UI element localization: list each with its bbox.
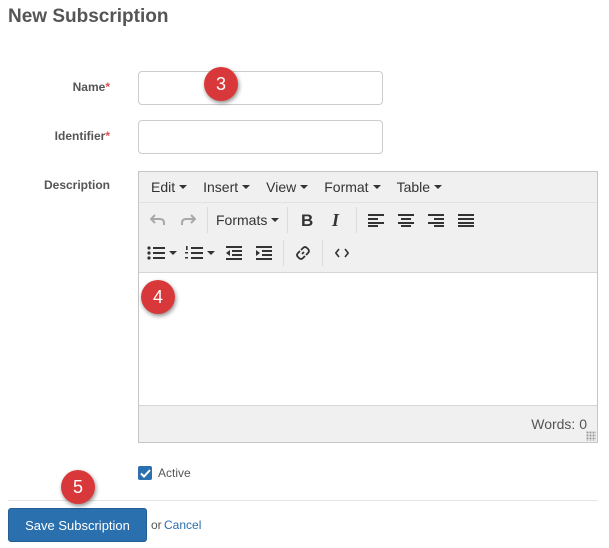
form-divider (8, 500, 598, 501)
menu-insert[interactable]: Insert (195, 179, 258, 195)
active-label: Active (158, 466, 191, 480)
toolbar-separator (287, 206, 289, 233)
align-right-button[interactable] (421, 207, 451, 233)
outdent-button[interactable] (219, 240, 249, 266)
caret-down-icon (300, 185, 309, 189)
rich-text-editor: Edit Insert View Format Table Formats B … (138, 171, 598, 443)
bullet-list-icon (147, 245, 165, 260)
align-center-button[interactable] (391, 207, 421, 233)
align-left-button[interactable] (361, 207, 391, 233)
formats-dropdown[interactable]: Formats (212, 207, 283, 233)
name-label-text: Name (72, 80, 106, 94)
redo-button[interactable] (173, 207, 203, 233)
outdent-icon (226, 245, 242, 260)
source-code-button[interactable] (327, 240, 357, 266)
menu-format-label: Format (324, 179, 369, 195)
active-checkbox[interactable] (138, 466, 152, 480)
description-label: Description (43, 178, 110, 192)
toolbar-separator (322, 239, 323, 266)
caret-down-icon (372, 185, 381, 189)
annotation-badge: 3 (204, 67, 238, 101)
undo-icon (150, 213, 165, 225)
checkmark-icon (139, 468, 151, 478)
annotation-badge: 5 (61, 470, 95, 504)
menu-view-label: View (266, 179, 297, 195)
indent-button[interactable] (249, 240, 279, 266)
cancel-link[interactable]: Cancel (164, 518, 201, 532)
link-button[interactable] (288, 240, 318, 266)
toolbar-separator (356, 206, 358, 233)
save-subscription-button[interactable]: Save Subscription (8, 508, 147, 542)
caret-down-icon (179, 185, 188, 189)
italic-icon: I (331, 212, 340, 228)
editor-content-area[interactable] (139, 272, 597, 406)
align-left-icon (368, 213, 385, 227)
numbered-list-icon (185, 245, 203, 259)
annotation-badge: 4 (141, 280, 175, 314)
caret-down-icon (169, 250, 177, 255)
svg-text:I: I (331, 212, 340, 228)
link-icon (296, 245, 310, 260)
resize-handle[interactable] (586, 431, 596, 441)
menu-table-label: Table (396, 179, 431, 195)
source-code-icon (335, 248, 349, 257)
caret-down-icon (207, 250, 215, 255)
align-justify-button[interactable] (451, 207, 481, 233)
identifier-label-text: Identifier (54, 129, 106, 143)
menu-format[interactable]: Format (316, 179, 388, 195)
menu-view[interactable]: View (258, 179, 316, 195)
editor-toolbar-row-2 (139, 236, 597, 269)
svg-text:B: B (301, 212, 313, 228)
word-count: Words: 0 (531, 416, 587, 432)
identifier-label: Identifier* (0, 129, 110, 143)
menu-edit[interactable]: Edit (143, 179, 195, 195)
bold-icon: B (301, 212, 313, 228)
identifier-input[interactable] (138, 120, 383, 154)
bold-button[interactable]: B (292, 207, 322, 233)
align-right-icon (428, 213, 445, 227)
editor-toolbar-row-1: Formats B I (139, 203, 597, 236)
menu-edit-label: Edit (151, 179, 176, 195)
editor-menubar: Edit Insert View Format Table (139, 172, 597, 203)
numbered-list-button[interactable] (181, 240, 219, 266)
toolbar-separator (207, 206, 208, 233)
align-justify-icon (458, 213, 475, 227)
toolbar-separator (283, 239, 284, 266)
italic-button[interactable]: I (322, 207, 352, 233)
required-mark: * (105, 80, 110, 94)
or-text: or (151, 518, 162, 532)
redo-icon (181, 213, 196, 225)
formats-label: Formats (216, 211, 268, 228)
bullet-list-button[interactable] (143, 240, 181, 266)
name-input[interactable] (138, 71, 383, 105)
menu-table[interactable]: Table (389, 179, 450, 195)
align-center-icon (398, 213, 415, 227)
page-title: New Subscription (8, 6, 169, 27)
caret-down-icon (242, 185, 251, 189)
indent-icon (256, 245, 272, 260)
caret-down-icon (271, 217, 280, 222)
required-mark: * (105, 129, 110, 143)
undo-button[interactable] (143, 207, 173, 233)
caret-down-icon (434, 185, 443, 189)
name-label: Name* (0, 80, 110, 94)
menu-insert-label: Insert (203, 179, 239, 195)
